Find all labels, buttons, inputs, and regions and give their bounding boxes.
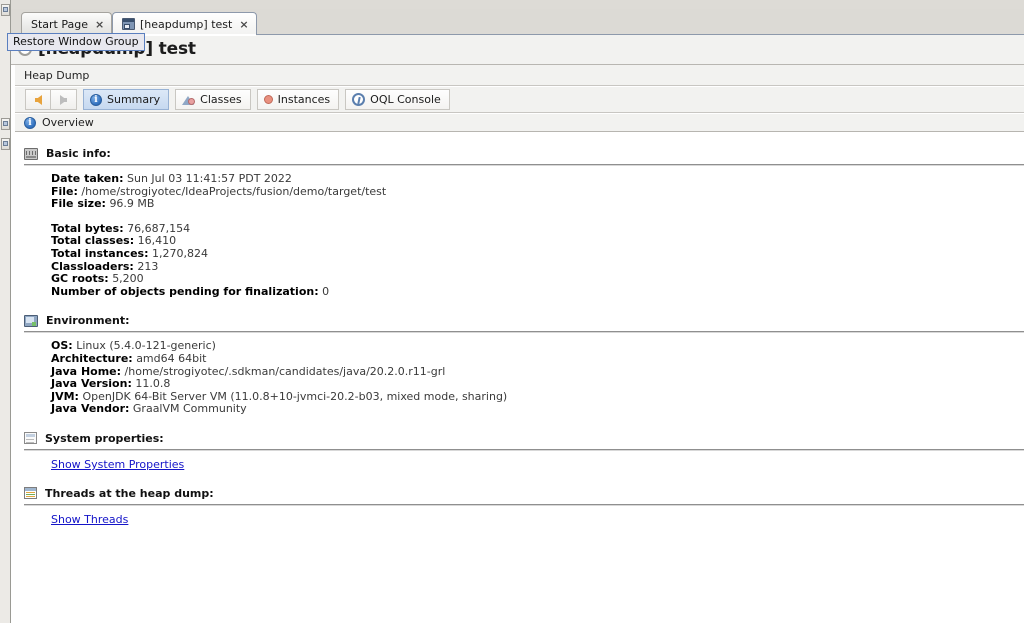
- row-value: /home/strogiyotec/.sdkman/candidates/jav…: [124, 364, 446, 378]
- row-total-bytes: Total bytes: 76,687,154: [51, 221, 1024, 236]
- row-file-size: File size: 96.9 MB: [51, 197, 1024, 211]
- section-system-properties: System properties: Show System Propertie…: [15, 432, 1024, 472]
- row-file: File: /home/strogiyotec/IdeaProjects/fus…: [51, 184, 1024, 199]
- section-basic-info-body: Date taken: Sun Jul 03 11:41:57 PDT 2022…: [15, 166, 1024, 298]
- show-system-properties-link[interactable]: Show System Properties: [51, 458, 184, 472]
- section-basic-info-header: Basic info:: [15, 147, 1024, 160]
- application-window: Start Page × [heapdump] test × [heapdump…: [0, 0, 1024, 623]
- section-threads: Threads at the heap dump: Show Threads: [15, 487, 1024, 527]
- tab-label: [heapdump] test: [140, 17, 233, 31]
- summary-button-label: Summary: [107, 93, 161, 106]
- arrow-right-icon: [60, 94, 67, 105]
- restore-window-group-tooltip: Restore Window Group: [7, 33, 145, 51]
- row-value: Sun Jul 03 11:41:57 PDT 2022: [127, 172, 292, 185]
- row-value: 5,200: [112, 272, 144, 286]
- row-value: GraalVM Community: [132, 402, 247, 416]
- row-value: 76,687,154: [127, 221, 191, 235]
- row-key: File:: [51, 184, 78, 198]
- editor-tab-strip: Start Page × [heapdump] test ×: [11, 9, 1024, 36]
- overview-header: i Overview: [15, 114, 1024, 132]
- oql-console-button[interactable]: OQL Console: [345, 89, 450, 110]
- row-key: Classloaders:: [51, 259, 134, 273]
- heapdump-icon: [122, 18, 135, 30]
- section-threads-header: Threads at the heap dump:: [15, 487, 1024, 500]
- classes-icon: [182, 94, 196, 106]
- back-button[interactable]: [25, 89, 51, 110]
- classes-button-label: Classes: [200, 93, 242, 106]
- show-threads-link[interactable]: Show Threads: [51, 513, 128, 527]
- row-java-vendor: Java Vendor: GraalVM Community: [51, 403, 1024, 416]
- tab-start-page[interactable]: Start Page ×: [21, 12, 113, 35]
- panel-caption: Heap Dump: [15, 65, 1024, 86]
- row-key: Java Home:: [51, 364, 122, 378]
- row-key: Total bytes:: [51, 221, 124, 235]
- threads-icon: [24, 487, 37, 499]
- left-dock-strip: [0, 0, 11, 623]
- tab-heapdump-test[interactable]: [heapdump] test ×: [112, 12, 257, 36]
- section-title: Basic info:: [46, 147, 111, 160]
- section-threads-body: Show Threads: [15, 506, 1024, 527]
- dock-button-files[interactable]: [1, 118, 10, 130]
- summary-content: Basic info: Date taken: Sun Jul 03 11:41…: [15, 133, 1024, 623]
- row-key: Architecture:: [51, 351, 133, 365]
- section-system-properties-body: Show System Properties: [15, 451, 1024, 472]
- info-icon: i: [24, 116, 36, 129]
- section-environment-body: OS: Linux (5.4.0-121-generic) Architectu…: [15, 333, 1024, 416]
- forward-button[interactable]: [51, 89, 77, 110]
- summary-button[interactable]: i Summary: [83, 89, 170, 110]
- row-classloaders: Classloaders: 213: [51, 259, 1024, 274]
- row-total-instances: Total instances: 1,270,824: [51, 246, 1024, 261]
- row-value: 96.9 MB: [109, 197, 155, 211]
- oql-icon: [352, 93, 366, 106]
- row-value: OpenJDK 64-Bit Server VM (11.0.8+10-jvmc…: [82, 389, 508, 403]
- section-environment-header: Environment:: [15, 314, 1024, 327]
- overview-label: Overview: [42, 116, 94, 129]
- instances-button[interactable]: Instances: [256, 89, 340, 110]
- row-key: Java Vendor:: [51, 402, 130, 416]
- row-key: Date taken:: [51, 172, 124, 185]
- row-value: 213: [137, 259, 159, 273]
- row-key: Total classes:: [51, 234, 135, 248]
- close-icon[interactable]: ×: [95, 19, 104, 30]
- row-value: 16,410: [137, 234, 177, 248]
- tab-label: Start Page: [31, 17, 88, 31]
- row-key: OS:: [51, 339, 73, 353]
- row-value: Linux (5.4.0-121-generic): [76, 339, 216, 353]
- row-key: Number of objects pending for finalizati…: [51, 284, 319, 298]
- dock-button-services[interactable]: [1, 138, 10, 150]
- info-icon: i: [90, 93, 102, 106]
- section-title: Threads at the heap dump:: [45, 486, 214, 500]
- section-basic-info: Basic info: Date taken: Sun Jul 03 11:41…: [15, 147, 1024, 298]
- section-system-properties-header: System properties:: [15, 432, 1024, 445]
- row-key: File size:: [51, 197, 106, 211]
- oql-console-button-label: OQL Console: [370, 93, 441, 106]
- arrow-left-icon: [34, 94, 42, 105]
- heap-dump-toolbar: i Summary Classes Instances OQL Console: [15, 87, 1024, 113]
- instances-button-label: Instances: [277, 93, 331, 106]
- row-value: amd64 64bit: [136, 351, 207, 365]
- classes-button[interactable]: Classes: [175, 89, 251, 110]
- close-icon[interactable]: ×: [239, 19, 248, 30]
- environment-icon: [24, 314, 38, 327]
- section-title: System properties:: [45, 431, 164, 445]
- section-environment: Environment: OS: Linux (5.4.0-121-generi…: [15, 314, 1024, 416]
- row-value: /home/strogiyotec/IdeaProjects/fusion/de…: [81, 184, 387, 198]
- basic-info-icon: [24, 147, 38, 160]
- row-key: JVM:: [51, 389, 79, 403]
- row-value: 0: [322, 284, 330, 298]
- row-key: Total instances:: [51, 246, 149, 260]
- instance-icon: [263, 95, 273, 104]
- row-java-home: Java Home: /home/strogiyotec/.sdkman/can…: [51, 364, 1024, 379]
- heap-dump-panel: Heap Dump i Summary Classes Instances OQ…: [11, 64, 1024, 623]
- row-value: 11.0.8: [135, 377, 171, 391]
- row-key: Java Version:: [51, 377, 132, 391]
- row-value: 1,270,824: [151, 246, 208, 260]
- section-title: Environment:: [46, 314, 130, 328]
- system-properties-icon: [24, 432, 37, 445]
- dock-button-projects[interactable]: [1, 4, 10, 16]
- row-pending-finalization: Number of objects pending for finalizati…: [51, 284, 1024, 299]
- row-key: GC roots:: [51, 272, 109, 286]
